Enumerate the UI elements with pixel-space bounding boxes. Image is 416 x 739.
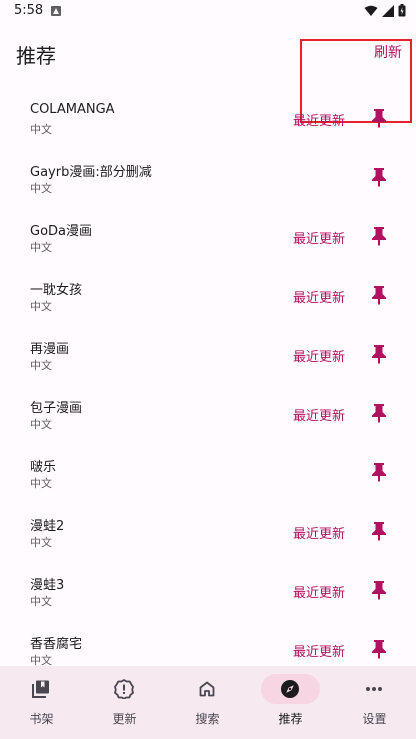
nav-library[interactable]: 书架 [0,666,83,739]
nav-label: 搜索 [195,712,220,726]
pin-icon[interactable] [370,344,388,364]
pin-icon[interactable] [370,462,388,482]
source-language: 中文 [30,654,52,666]
source-row[interactable]: Gayrb漫画:部分删减 中文 [0,139,416,198]
latest-updates-button[interactable]: 最近更新 [293,228,345,247]
notification-icon [51,6,61,16]
source-name: 香香腐宅 [30,637,83,652]
source-language: 中文 [30,182,52,195]
nav-label: 书架 [29,712,54,726]
source-row[interactable]: 漫蛙2 中文 最近更新 [0,493,416,552]
refresh-button[interactable]: 刷新 [374,42,402,62]
status-indicators [364,4,406,17]
source-row[interactable]: 包子漫画中文 最近更新 [0,375,416,434]
source-list: COLAMANGA 中文 最近更新 Gayrb漫画:部分删减 中文 GoDa漫画 中文 最近更… [0,80,416,666]
bottom-navigation: 书架 更新 搜索 推荐 设置 [0,666,416,739]
source-row[interactable]: GoDa漫画 中文 最近更新 [0,198,416,257]
source-language: 中文 [30,359,52,372]
source-name: 包子漫画 [30,401,83,416]
pin-icon[interactable] [370,580,388,600]
nav-settings[interactable]: 设置 [333,666,416,739]
source-row[interactable]: COLAMANGA 中文 最近更新 [0,80,416,139]
status-time: 5:58 [14,3,44,18]
nav-recommend[interactable]: 推荐 [249,666,332,739]
more-icon [364,679,384,699]
latest-updates-button[interactable]: 最近更新 [293,523,345,542]
nav-label: 更新 [112,712,137,726]
pin-icon[interactable] [370,167,388,187]
latest-updates-button[interactable]: 最近更新 [293,405,345,424]
source-name: 一耽女孩 [30,283,83,298]
source-name: 漫蛙2 [30,519,65,534]
source-name: Gayrb漫画:部分删减 [30,165,152,180]
source-name: GoDa漫画 [30,224,93,239]
source-name: COLAMANGA [30,102,115,117]
latest-updates-button[interactable]: 最近更新 [293,582,345,601]
nav-label: 推荐 [278,712,303,726]
latest-updates-button[interactable]: 最近更新 [293,346,345,365]
nav-label: 设置 [362,712,387,726]
pin-icon[interactable] [370,285,388,305]
latest-updates-button[interactable]: 最近更新 [293,287,345,306]
nav-search[interactable]: 搜索 [166,666,249,739]
latest-updates-button[interactable]: 最近更新 [293,110,345,129]
source-name: 啵乐 [30,460,57,475]
top-app-bar: 推荐 刷新 [0,24,416,123]
pin-icon[interactable] [370,226,388,246]
source-language: 中文 [30,300,52,313]
source-row[interactable]: 漫蛙3 中文 最近更新 [0,552,416,611]
nav-updates[interactable]: 更新 [83,666,166,739]
pin-icon[interactable] [370,521,388,541]
alert-circle-icon [114,679,134,699]
source-language: 中文 [30,241,52,254]
latest-updates-button[interactable]: 最近更新 [293,641,345,660]
source-row[interactable]: 啵乐 中文 [0,434,416,493]
status-bar: 5:58 [0,0,416,24]
pin-icon[interactable] [370,403,388,423]
library-icon [31,679,51,699]
source-language: 中文 [30,477,52,490]
signal-icon [382,4,394,17]
source-row[interactable]: 一耽女孩中文 最近更新 [0,257,416,316]
source-name: 再漫画 [30,342,70,357]
source-row[interactable]: 香香腐宅中文 最近更新 [0,611,416,666]
source-language: 中文 [30,595,52,608]
page-title: 推荐 [16,44,56,68]
source-language: 中文 [30,123,52,136]
home-icon [197,679,217,699]
pin-icon[interactable] [370,108,388,128]
source-row[interactable]: 再漫画中文 最近更新 [0,316,416,375]
source-language: 中文 [30,536,52,549]
battery-icon [398,4,406,17]
compass-icon [280,679,300,699]
pin-icon[interactable] [370,639,388,659]
source-name: 漫蛙3 [30,578,65,593]
source-language: 中文 [30,418,52,431]
wifi-icon [364,5,378,17]
